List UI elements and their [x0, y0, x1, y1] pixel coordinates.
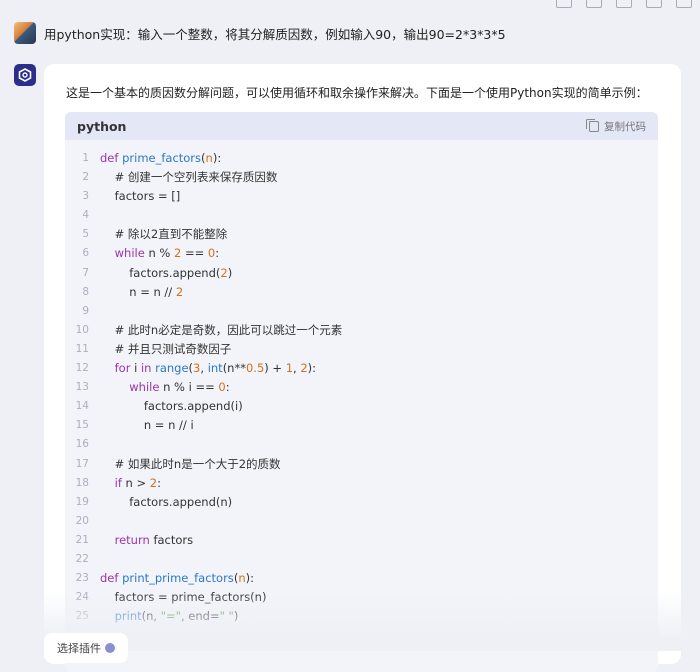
line-number: 14	[75, 400, 89, 413]
line-number: 4	[82, 209, 89, 222]
code-text: return factors	[114, 532, 194, 547]
user-avatar	[14, 22, 36, 44]
code-text: factors = []	[100, 189, 181, 204]
share-icon[interactable]	[556, 0, 572, 8]
line-number: 6	[82, 247, 89, 260]
code-text: # 并且只测试奇数因子	[100, 341, 232, 356]
code-line: 13 while n % i == 0:	[65, 378, 658, 397]
code-line: 3 factors = []	[65, 187, 658, 206]
code-header: python 复制代码	[65, 112, 658, 140]
code-line: 16	[65, 435, 658, 454]
code-line: 14 factors.append(i)	[65, 397, 658, 416]
code-line: 4	[65, 206, 658, 225]
line-number: 23	[75, 572, 89, 585]
code-text: if n > 2:	[114, 475, 161, 490]
line-number: 19	[75, 495, 89, 508]
code-line: 10 # 此时n必定是奇数，因此可以跳过一个元素	[65, 321, 658, 340]
code-text: # 创建一个空列表来保存质因数	[100, 170, 278, 185]
copy-icon	[586, 118, 599, 132]
code-line: 17 # 如果此时n是一个大于2的质数	[65, 455, 658, 474]
code-line: 20	[65, 512, 658, 531]
code-line: 22	[65, 550, 658, 569]
line-number: 22	[75, 552, 89, 565]
code-text: factors.append(2)	[100, 265, 233, 280]
line-number: 7	[82, 266, 89, 279]
line-number: 10	[75, 323, 89, 336]
code-line: 6 while n % 2 == 0:	[65, 244, 658, 263]
code-text: def prime_factors(n):	[100, 151, 222, 165]
doc-icon[interactable]	[616, 0, 632, 8]
line-number: 2	[82, 171, 89, 184]
line-number: 8	[82, 285, 89, 298]
code-line: 9	[65, 302, 658, 321]
code-text: for i in range(3, int(n**0.5) + 1, 2):	[114, 361, 317, 376]
code-text: # 此时n必定是奇数，因此可以跳过一个元素	[100, 322, 343, 337]
message-actions	[556, 0, 692, 8]
answer-card: 这是一个基本的质因数分解问题，可以使用循环和取余操作来解决。下面是一个使用Pyt…	[44, 64, 681, 672]
code-line: 11 # 并且只测试奇数因子	[65, 340, 658, 359]
code-text: factors.append(i)	[100, 399, 243, 414]
code-text: factors.append(n)	[100, 494, 233, 509]
code-line: 18 if n > 2:	[65, 474, 658, 493]
line-number: 20	[75, 514, 89, 527]
thumb-icon[interactable]	[676, 0, 692, 8]
code-block: python 复制代码 1 def prime_factors(n): 2 # 创建…	[65, 112, 658, 672]
line-number: 9	[82, 304, 89, 317]
code-text: while n % i == 0:	[129, 380, 230, 395]
code-line: 1 def prime_factors(n):	[65, 149, 658, 168]
code-line: 15 n = n // i	[65, 416, 658, 435]
bot-logo-icon	[18, 68, 32, 82]
code-line: 7 factors.append(2)	[65, 264, 658, 283]
code-text: # 除以2直到不能整除	[100, 227, 228, 242]
line-number: 12	[75, 362, 89, 375]
code-text: while n % 2 == 0:	[114, 246, 220, 261]
line-number: 21	[75, 533, 89, 546]
line-number: 16	[75, 438, 89, 451]
copy-icon[interactable]	[646, 0, 662, 8]
code-text: n = n // i	[100, 418, 194, 433]
code-text: # 如果此时n是一个大于2的质数	[100, 456, 281, 471]
image-icon[interactable]	[586, 0, 602, 8]
code-line: 21 return factors	[65, 531, 658, 550]
copy-code-button[interactable]: 复制代码	[586, 118, 646, 134]
line-number: 18	[75, 476, 89, 489]
select-plugin-button[interactable]: 选择插件	[44, 633, 128, 663]
code-text: def print_prime_factors(n):	[100, 571, 254, 586]
code-line: 19 factors.append(n)	[65, 493, 658, 512]
code-line: 23 def print_prime_factors(n):	[65, 569, 658, 588]
user-message-text: 用python实现：输入一个整数，将其分解质因数，例如输入90，输出90=2*3…	[44, 26, 506, 42]
bot-avatar	[14, 64, 36, 86]
code-body: 1 def prime_factors(n): 2 # 创建一个空列表来保存质因数 3…	[65, 140, 658, 626]
line-number: 1	[82, 152, 89, 164]
code-line: 8 n = n // 2	[65, 283, 658, 302]
line-number: 17	[75, 457, 89, 470]
select-plugin-label: 选择插件	[57, 642, 101, 655]
code-line: 5 # 除以2直到不能整除	[65, 225, 658, 244]
code-language: python	[77, 118, 127, 134]
answer-intro: 这是一个基本的质因数分解问题，可以使用循环和取余操作来解决。下面是一个使用Pyt…	[66, 86, 648, 100]
line-number: 11	[75, 342, 89, 355]
code-line: 12 for i in range(3, int(n**0.5) + 1, 2)…	[65, 359, 658, 378]
code-text: n = n // 2	[100, 284, 184, 299]
line-number: 15	[75, 419, 89, 432]
copy-code-label: 复制代码	[604, 120, 646, 133]
line-number: 3	[82, 190, 89, 203]
code-line: 2 # 创建一个空列表来保存质因数	[65, 168, 658, 187]
line-number: 13	[75, 381, 89, 394]
line-number: 5	[82, 228, 89, 241]
plugin-icon	[105, 643, 115, 653]
user-message: 用python实现：输入一个整数，将其分解质因数，例如输入90，输出90=2*3…	[14, 22, 506, 44]
